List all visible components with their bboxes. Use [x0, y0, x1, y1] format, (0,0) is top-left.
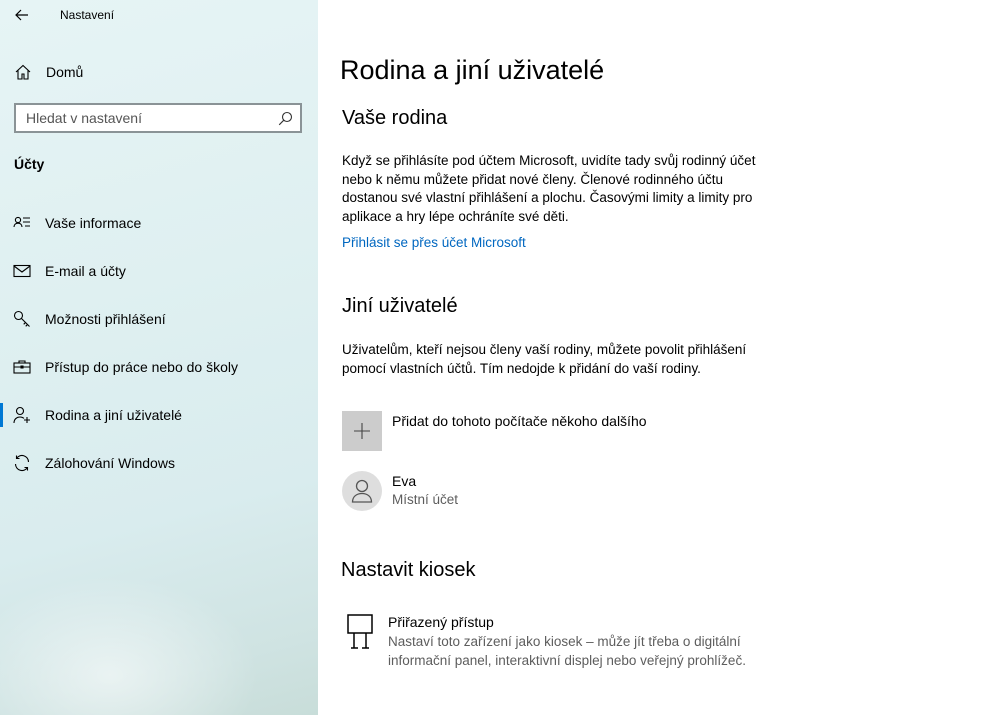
add-user-button[interactable]	[342, 411, 382, 451]
search-box[interactable]	[14, 103, 302, 133]
sidebar-item-label: Vaše informace	[45, 215, 142, 231]
sidebar-item-label: Možnosti přihlášení	[45, 311, 166, 327]
search-icon[interactable]	[278, 111, 293, 126]
home-nav[interactable]: Domů	[0, 56, 318, 88]
main-content: Rodina a jiní uživatelé Vaše rodina Když…	[318, 0, 995, 715]
search-input[interactable]	[26, 109, 271, 127]
kiosk-icon[interactable]	[346, 614, 374, 650]
app-title: Nastavení	[60, 8, 115, 22]
section-title: Účty	[14, 156, 45, 172]
home-icon	[15, 64, 31, 80]
person-card-icon	[13, 216, 30, 228]
selection-indicator	[0, 403, 3, 427]
user-name[interactable]: Eva	[392, 473, 416, 489]
key-icon	[13, 310, 30, 327]
plus-icon	[354, 423, 370, 439]
home-label: Domů	[46, 64, 84, 80]
mail-icon	[13, 264, 31, 278]
sidebar-item-email[interactable]: E-mail a účty	[0, 251, 318, 291]
avatar[interactable]	[342, 471, 382, 511]
sync-icon	[14, 454, 30, 472]
page-title: Rodina a jiní uživatelé	[340, 55, 605, 85]
assigned-access-description: Nastaví toto zařízení jako kiosek – může…	[388, 634, 746, 668]
sidebar-item-work-school[interactable]: Přístup do práce nebo do školy	[0, 347, 318, 387]
back-arrow-icon	[15, 9, 28, 21]
back-button[interactable]	[10, 4, 34, 26]
sidebar-item-label: Zálohování Windows	[45, 455, 175, 471]
family-heading: Vaše rodina	[342, 107, 448, 129]
other-users-description: Uživatelům, kteří nejsou členy vaší rodi…	[342, 342, 747, 376]
add-person-icon	[13, 406, 30, 424]
add-user-label[interactable]: Přidat do tohoto počítače někoho dalšího	[392, 413, 647, 429]
sign-in-microsoft-link[interactable]: Přihlásit se přes účet Microsoft	[342, 235, 526, 250]
other-users-heading: Jiní uživatelé	[342, 295, 458, 317]
sidebar-item-backup[interactable]: Zálohování Windows	[0, 443, 318, 483]
briefcase-icon	[13, 360, 31, 374]
sidebar: Nastavení Domů Účty Vaše informace E-mai…	[0, 0, 318, 715]
assigned-access-title[interactable]: Přiřazený přístup	[388, 614, 494, 630]
user-account-type: Místní účet	[392, 492, 459, 507]
family-description: Když se přihlásíte pod účtem Microsoft, …	[342, 153, 756, 224]
kiosk-heading: Nastavit kiosek	[341, 559, 476, 581]
title-bar: Nastavení	[0, 0, 318, 30]
sidebar-item-label: Rodina a jiní uživatelé	[45, 407, 182, 423]
sidebar-item-sign-in-options[interactable]: Možnosti přihlášení	[0, 299, 318, 339]
sidebar-item-label: Přístup do práce nebo do školy	[45, 359, 239, 375]
sidebar-item-your-info[interactable]: Vaše informace	[0, 203, 318, 243]
sidebar-item-family[interactable]: Rodina a jiní uživatelé	[0, 395, 318, 435]
person-icon	[351, 479, 373, 503]
sidebar-item-label: E-mail a účty	[45, 263, 126, 279]
